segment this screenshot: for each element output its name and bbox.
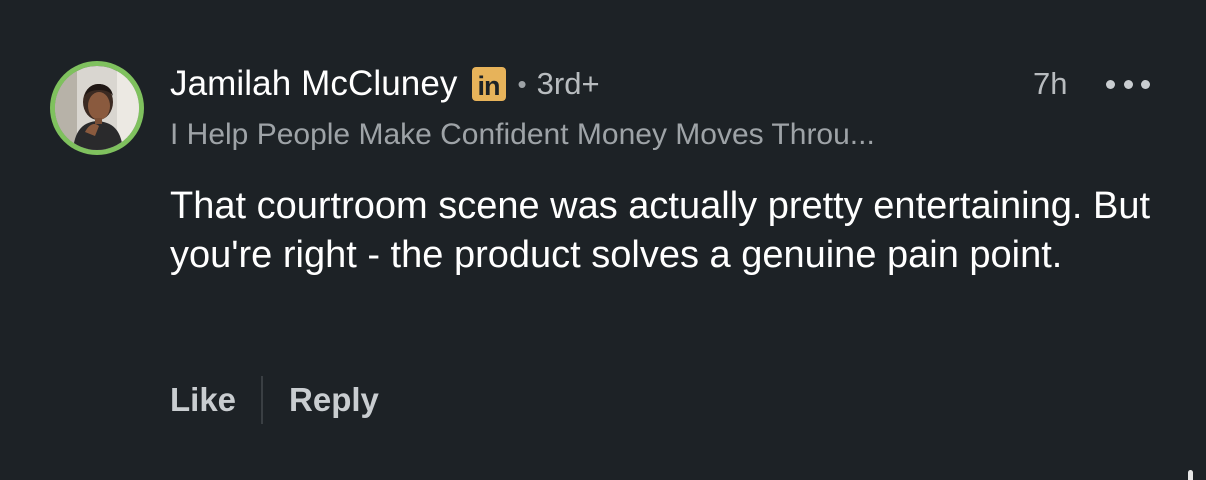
comment-text: That courtroom scene was actually pretty… xyxy=(170,185,1151,276)
reply-button[interactable]: Reply xyxy=(289,381,379,419)
avatar[interactable] xyxy=(50,61,144,155)
author-headline: I Help People Make Confident Money Moves… xyxy=(170,118,875,151)
more-dot xyxy=(1106,79,1115,89)
badge-label: in xyxy=(477,71,501,101)
author-name[interactable]: Jamilah McCluney xyxy=(170,64,458,104)
more-horizontal-icon[interactable] xyxy=(1106,72,1150,96)
avatar-photo xyxy=(55,66,139,150)
connection-degree: 3rd+ xyxy=(536,66,600,101)
author-row: Jamilah McCluney in • 3rd+ xyxy=(170,62,600,106)
action-divider xyxy=(261,376,264,424)
more-dot xyxy=(1123,79,1133,89)
comment-item: Jamilah McCluney in • 3rd+ 7h I Help Peo… xyxy=(0,0,1206,480)
timestamp: 7h xyxy=(1033,66,1068,101)
comment-actions: Like Reply xyxy=(170,376,379,424)
person-photo-icon xyxy=(55,66,139,150)
like-button[interactable]: Like xyxy=(170,381,236,419)
linkedin-premium-icon: in xyxy=(471,67,506,101)
scrollbar-handle[interactable] xyxy=(1188,470,1193,480)
more-dot xyxy=(1141,79,1150,89)
separator-dot: • xyxy=(517,68,527,99)
